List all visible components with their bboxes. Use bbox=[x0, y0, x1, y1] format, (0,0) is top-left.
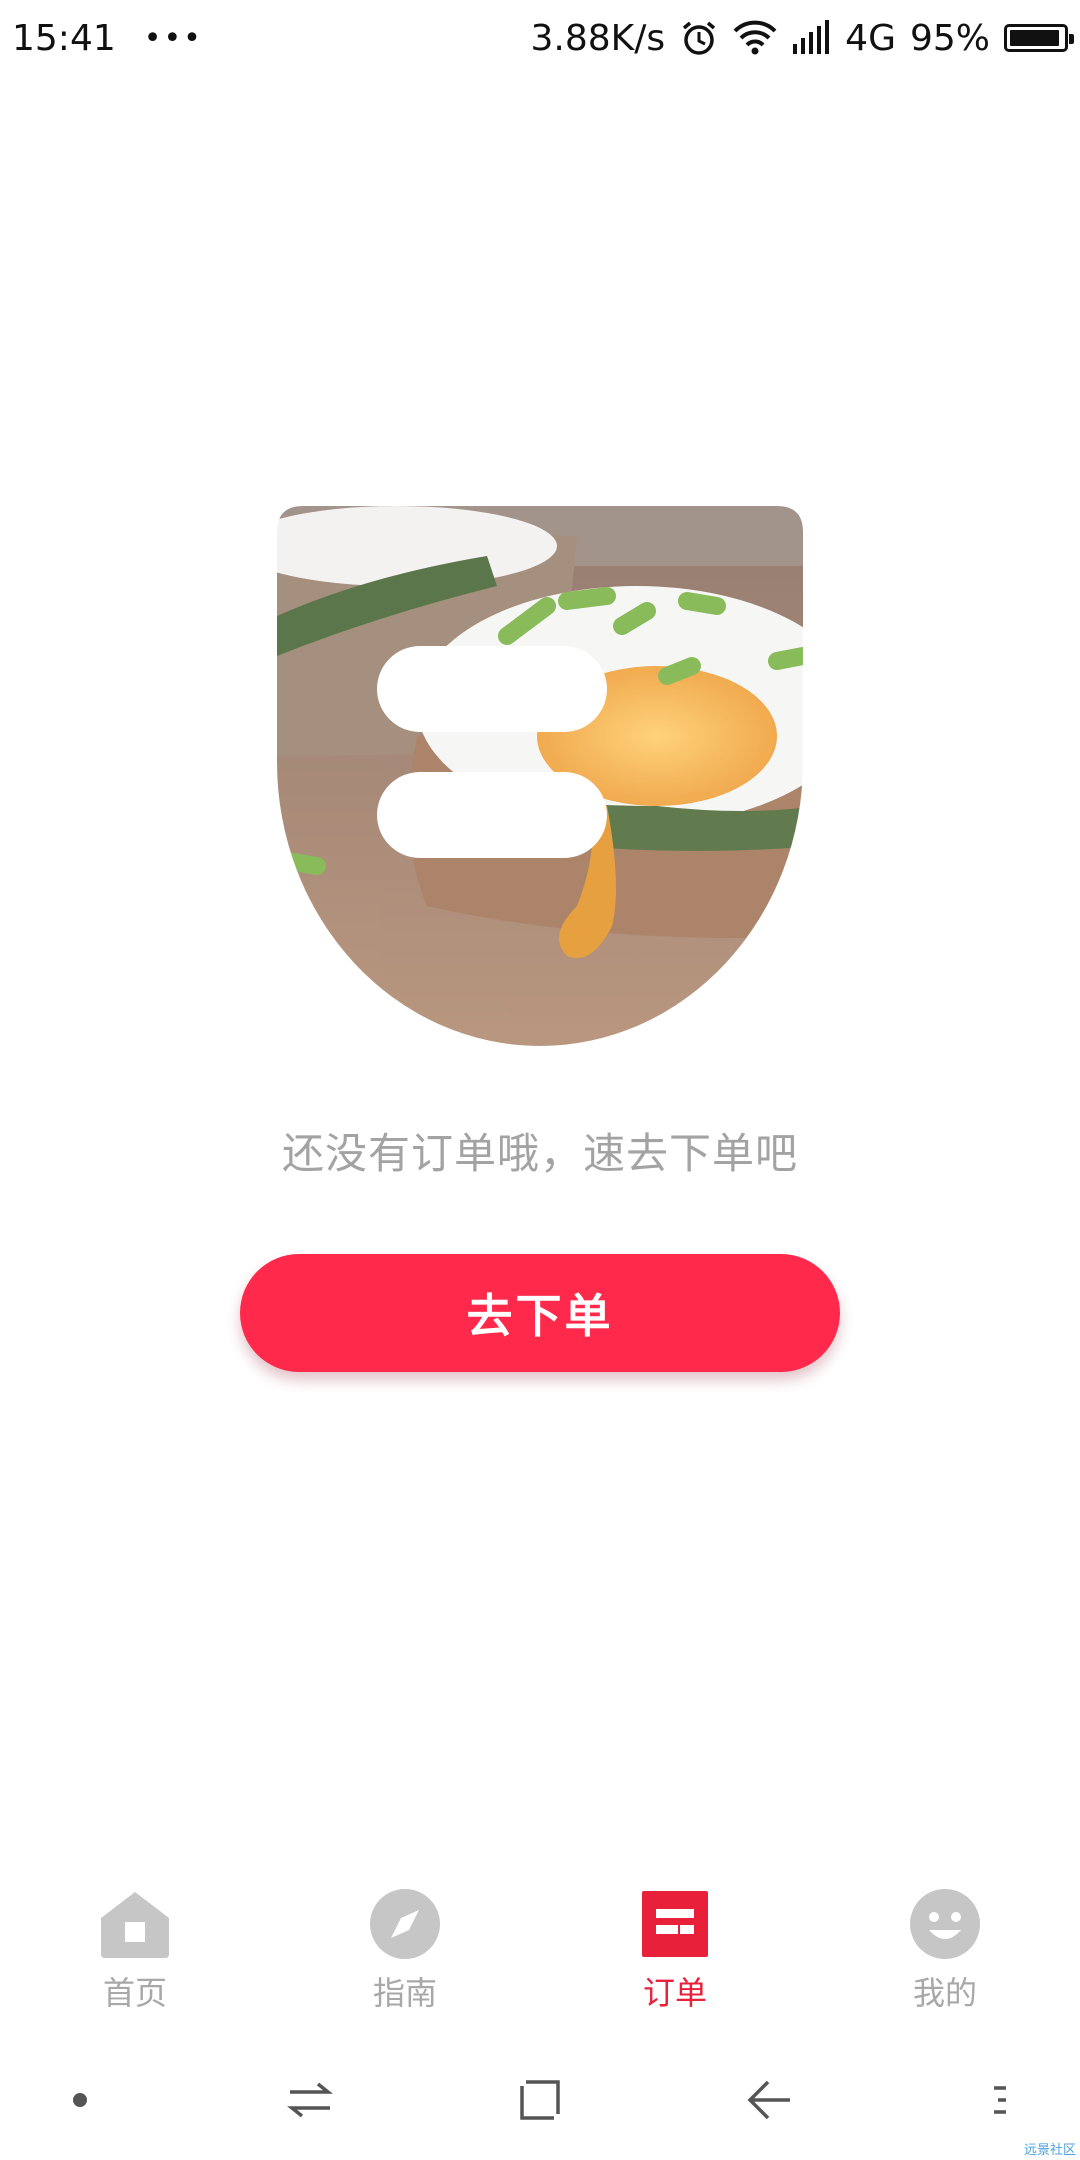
tab-orders[interactable]: 订单 bbox=[540, 1870, 810, 2020]
back-icon[interactable] bbox=[730, 2060, 810, 2140]
smiley-icon bbox=[909, 1888, 981, 1960]
empty-state-message: 还没有订单哦，速去下单吧 bbox=[281, 1129, 798, 1178]
menu-icon[interactable] bbox=[960, 2060, 1040, 2140]
system-nav-bar bbox=[0, 2040, 1080, 2160]
tab-profile[interactable]: 我的 bbox=[810, 1870, 1080, 2020]
order-icon bbox=[639, 1888, 711, 1960]
empty-orders-illustration bbox=[277, 506, 803, 1046]
home-icon bbox=[99, 1888, 171, 1960]
status-time: 15:41 bbox=[12, 17, 116, 59]
status-right: 3.88K/s 4G 95% bbox=[530, 17, 1074, 59]
tab-guide[interactable]: 指南 bbox=[270, 1870, 540, 2020]
compass-icon bbox=[369, 1888, 441, 1960]
status-dots: ••• bbox=[143, 20, 203, 56]
signal-icon bbox=[791, 20, 831, 56]
status-bar: 15:41 ••• 3.88K/s 4G 95% bbox=[0, 0, 1080, 76]
battery-percent: 95% bbox=[909, 17, 990, 59]
wifi-icon bbox=[733, 20, 777, 56]
place-order-button[interactable]: 去下单 bbox=[240, 1254, 840, 1372]
status-left: 15:41 ••• bbox=[12, 18, 203, 59]
dot-icon[interactable] bbox=[40, 2060, 120, 2140]
tab-guide-label: 指南 bbox=[372, 1974, 437, 2012]
tab-profile-label: 我的 bbox=[912, 1974, 977, 2012]
alarm-icon bbox=[679, 18, 719, 58]
network-speed: 3.88K/s bbox=[530, 17, 666, 59]
home-square-icon[interactable] bbox=[500, 2060, 580, 2140]
tab-home-label: 首页 bbox=[102, 1974, 167, 2012]
battery-icon bbox=[1004, 24, 1074, 52]
bottom-tab-bar: 首页 指南 订单 我的 bbox=[0, 1870, 1080, 2020]
watermark: 远景社区 bbox=[1023, 2143, 1076, 2158]
tab-home[interactable]: 首页 bbox=[0, 1870, 270, 2020]
switch-icon[interactable] bbox=[270, 2060, 350, 2140]
network-type: 4G bbox=[845, 17, 896, 59]
tab-orders-label: 订单 bbox=[642, 1974, 707, 2012]
